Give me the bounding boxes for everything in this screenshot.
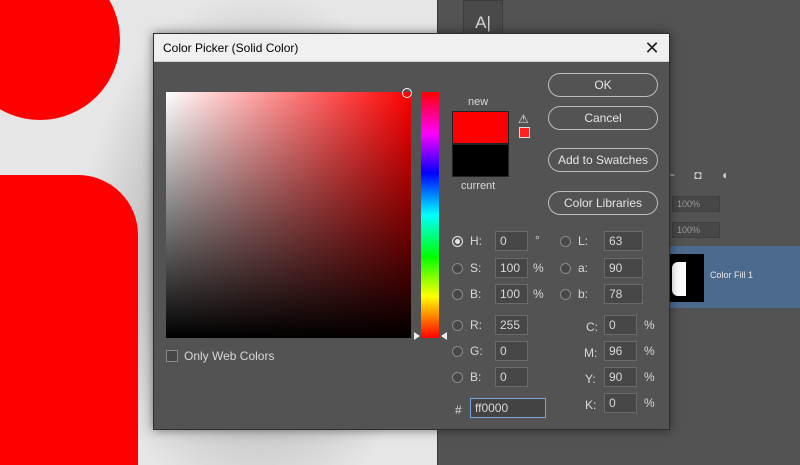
ok-button[interactable]: OK xyxy=(548,73,658,97)
brightness-radio[interactable] xyxy=(452,289,463,300)
yellow-unit: % xyxy=(644,370,655,384)
fill-field[interactable]: 100% xyxy=(672,222,720,238)
layers-lock-icons[interactable]: ⌐ ◘ ◖ xyxy=(668,168,736,182)
lab-a-field[interactable]: 90 xyxy=(604,258,643,278)
hue-radio[interactable] xyxy=(452,236,463,247)
magenta-field[interactable]: 96 xyxy=(604,341,637,361)
current-color-swatch[interactable] xyxy=(452,144,509,177)
cyan-unit: % xyxy=(644,318,655,332)
add-to-swatches-button[interactable]: Add to Swatches xyxy=(548,148,658,172)
current-label: current xyxy=(461,180,496,192)
new-label: new xyxy=(468,96,489,108)
brightness-label: B: xyxy=(470,287,482,301)
hue-unit: ° xyxy=(535,233,540,247)
red-field[interactable]: 255 xyxy=(495,315,528,335)
hue-slider-arrow-right[interactable] xyxy=(441,332,447,340)
blue-label: B: xyxy=(470,370,482,384)
yellow-label: Y: xyxy=(585,372,596,386)
magenta-label: M: xyxy=(584,346,598,360)
magenta-unit: % xyxy=(644,344,655,358)
close-icon[interactable]: ✕ xyxy=(641,37,663,59)
saturation-brightness-field[interactable] xyxy=(166,92,411,338)
blue-radio[interactable] xyxy=(452,372,463,383)
color-marker[interactable] xyxy=(402,88,412,98)
brightness-unit: % xyxy=(533,287,544,301)
lightness-radio[interactable] xyxy=(560,236,571,247)
color-picker-dialog: Color Picker (Solid Color) ✕ Only Web Co… xyxy=(153,33,670,430)
layer-mask-white xyxy=(672,262,686,296)
green-label: G: xyxy=(470,344,483,358)
lab-a-label: a: xyxy=(578,261,589,275)
type-tool-icon[interactable]: A| xyxy=(473,12,493,34)
photoshop-workspace: A| ⌐ ◘ ◖ 100% 100% Color Fill 1 Color Pi… xyxy=(0,0,800,465)
saturation-unit: % xyxy=(533,261,544,275)
hue-slider-arrow-left[interactable] xyxy=(414,332,420,340)
hex-label: # xyxy=(455,403,462,417)
dialog-titlebar[interactable]: Color Picker (Solid Color) ✕ xyxy=(154,34,669,62)
only-web-colors-option[interactable]: Only Web Colors xyxy=(166,349,274,363)
green-field[interactable]: 0 xyxy=(495,341,528,361)
red-radio[interactable] xyxy=(452,320,463,331)
layer-name[interactable]: Color Fill 1 xyxy=(710,270,753,280)
black-unit: % xyxy=(644,396,655,410)
hex-field[interactable]: ff0000 xyxy=(470,398,546,418)
gamut-correction-swatch[interactable] xyxy=(519,127,530,138)
hue-label: H: xyxy=(470,234,482,248)
saturation-radio[interactable] xyxy=(452,263,463,274)
black-field[interactable]: 0 xyxy=(604,393,637,413)
lab-b-field[interactable]: 78 xyxy=(604,284,643,304)
hue-slider[interactable] xyxy=(421,92,439,338)
lab-a-radio[interactable] xyxy=(560,263,571,274)
only-web-colors-checkbox[interactable] xyxy=(166,350,178,362)
black-label: K: xyxy=(585,398,597,412)
cancel-button[interactable]: Cancel xyxy=(548,106,658,130)
hue-field[interactable]: 0 xyxy=(495,231,528,251)
red-label: R: xyxy=(470,318,482,332)
blue-field[interactable]: 0 xyxy=(495,367,528,387)
red-shape-body xyxy=(0,175,138,465)
lab-b-label: b: xyxy=(578,287,589,301)
cyan-field[interactable]: 0 xyxy=(604,315,637,335)
dialog-title: Color Picker (Solid Color) xyxy=(163,41,299,55)
lightness-label: L: xyxy=(578,234,589,248)
saturation-label: S: xyxy=(470,261,482,275)
green-radio[interactable] xyxy=(452,346,463,357)
cyan-label: C: xyxy=(586,320,598,334)
yellow-field[interactable]: 90 xyxy=(604,367,637,387)
new-color-swatch xyxy=(452,111,509,144)
color-libraries-button[interactable]: Color Libraries xyxy=(548,191,658,215)
opacity-field[interactable]: 100% xyxy=(672,196,720,212)
brightness-field[interactable]: 100 xyxy=(495,284,528,304)
lightness-field[interactable]: 63 xyxy=(604,231,643,251)
saturation-field[interactable]: 100 xyxy=(495,258,528,278)
out-of-gamut-warning-icon[interactable]: ⚠ xyxy=(518,112,529,126)
only-web-colors-label: Only Web Colors xyxy=(184,349,275,363)
lab-b-radio[interactable] xyxy=(560,289,571,300)
